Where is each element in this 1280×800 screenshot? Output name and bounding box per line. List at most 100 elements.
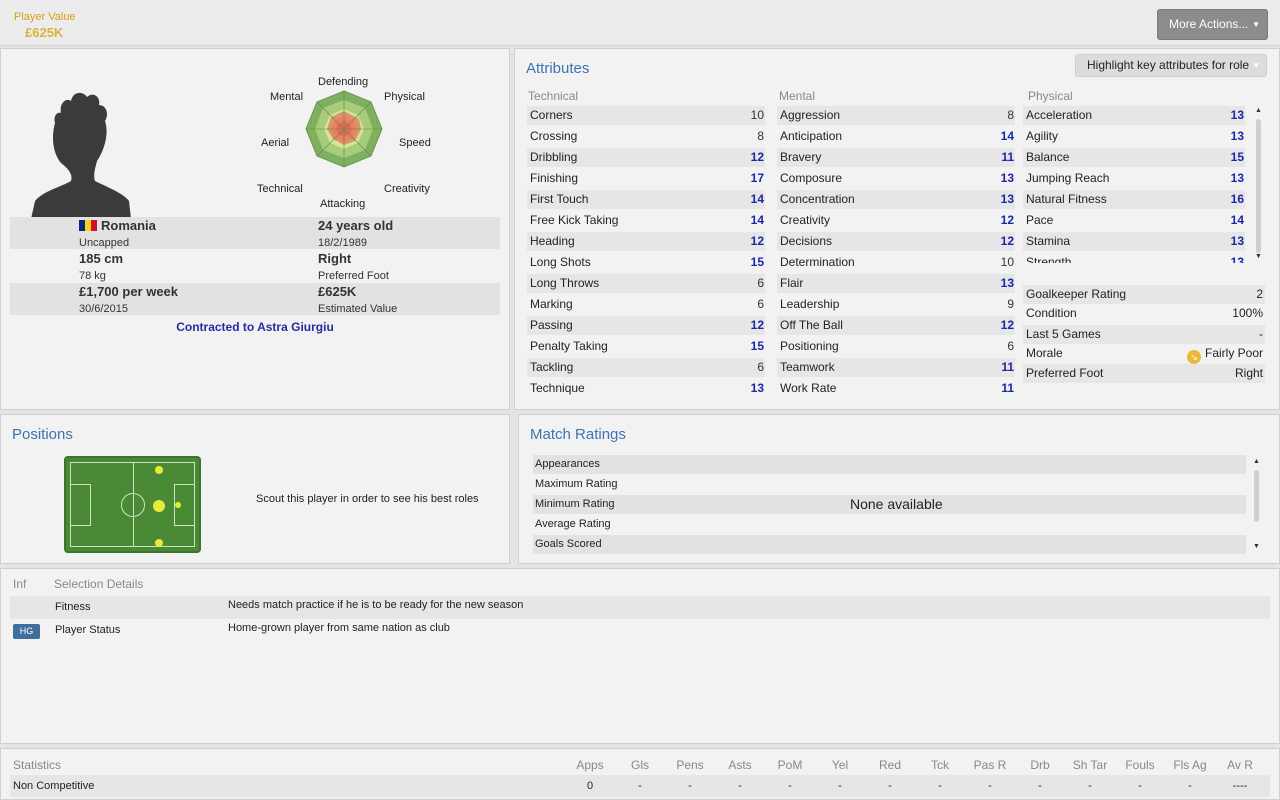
physical-attribute-row[interactable]: Stamina 13 xyxy=(1023,232,1245,251)
technical-attribute-row[interactable]: Crossing 8 xyxy=(527,127,765,146)
player-value: £625K xyxy=(25,25,64,40)
physical-attributes-list[interactable]: Acceleration 13 Agility 13 Balance 15 Jumping … xyxy=(1023,105,1245,263)
left-penalty-box xyxy=(71,483,91,526)
physical-attribute-row[interactable]: Natural Fitness 16 xyxy=(1023,190,1245,209)
scroll-down-icon[interactable]: ▼ xyxy=(1253,543,1260,550)
mental-attribute-row[interactable]: Leadership 9 xyxy=(777,295,1015,314)
player-value-label: Player Value xyxy=(14,11,76,23)
attribute-value: 12 xyxy=(750,318,764,332)
more-actions-label: More Actions... xyxy=(1169,17,1249,31)
physical-scrollbar[interactable]: ▲ ▼ xyxy=(1255,107,1262,263)
physical-attribute-row[interactable]: Acceleration 13 xyxy=(1023,106,1245,125)
match-ratings-scrollbar[interactable]: ▲ ▼ xyxy=(1253,458,1260,552)
technical-attribute-row[interactable]: Dribbling 12 xyxy=(527,148,765,167)
stat-column-header[interactable]: Red xyxy=(870,758,910,772)
attribute-value: 6 xyxy=(757,360,764,374)
mental-attribute-row[interactable]: Determination 10 xyxy=(777,253,1015,272)
stat-column-header[interactable]: Pas R xyxy=(970,758,1010,772)
stat-column-header[interactable]: Fouls xyxy=(1120,758,1160,772)
attribute-name: Long Shots xyxy=(530,255,591,269)
attribute-name: Acceleration xyxy=(1026,108,1093,122)
positions-panel: Positions Scout this player in order to … xyxy=(0,414,510,564)
technical-attribute-row[interactable]: Technique 13 xyxy=(527,379,765,398)
contract-club-link[interactable]: Contracted to Astra Giurgiu xyxy=(1,320,509,334)
attribute-name: Stamina xyxy=(1026,234,1071,248)
attribute-value: 12 xyxy=(750,150,764,164)
technical-attribute-row[interactable]: Finishing 17 xyxy=(527,169,765,188)
chevron-down-icon: ▼ xyxy=(1252,61,1260,70)
attribute-value: 11 xyxy=(1001,381,1014,395)
scroll-up-icon[interactable]: ▲ xyxy=(1255,107,1262,114)
stat-column-header[interactable]: Pens xyxy=(670,758,710,772)
scroll-up-icon[interactable]: ▲ xyxy=(1253,458,1260,465)
stat-row[interactable]: Non Competitive 0- - - - - - - - - - - - ---- xyxy=(10,775,1270,797)
mental-attribute-row[interactable]: Concentration 13 xyxy=(777,190,1015,209)
technical-attribute-row[interactable]: Corners 10 xyxy=(527,106,765,125)
mental-attribute-row[interactable]: Off The Ball 12 xyxy=(777,316,1015,335)
stat-column-header[interactable]: Av R xyxy=(1220,758,1260,772)
highlight-attributes-button[interactable]: Highlight key attributes for role ▼ xyxy=(1075,54,1267,77)
mental-attribute-row[interactable]: Decisions 12 xyxy=(777,232,1015,251)
match-rating-label: Appearances xyxy=(535,458,600,470)
info-value-text: 2 xyxy=(1256,287,1263,301)
technical-attribute-row[interactable]: First Touch 14 xyxy=(527,190,765,209)
technical-attribute-row[interactable]: Long Shots 15 xyxy=(527,253,765,272)
match-ratings-panel: Match Ratings Appearances Maximum Rating M… xyxy=(518,414,1280,564)
stat-column-header[interactable]: Drb xyxy=(1020,758,1060,772)
stat-column-header[interactable]: Yel xyxy=(820,758,860,772)
selection-details-panel: Inf Selection Details Fitness Needs match… xyxy=(0,568,1280,744)
nation-name: Romania xyxy=(101,218,156,233)
attribute-name: Aggression xyxy=(780,108,841,122)
physical-attribute-row[interactable]: Balance 15 xyxy=(1023,148,1245,167)
stat-column-header[interactable]: Tck xyxy=(920,758,960,772)
attribute-name: Concentration xyxy=(780,192,855,206)
technical-attribute-row[interactable]: Free Kick Taking 14 xyxy=(527,211,765,230)
stat-column-header[interactable]: Fls Ag xyxy=(1170,758,1210,772)
nation[interactable]: Romania xyxy=(79,218,156,233)
stat-column-header[interactable]: PoM xyxy=(770,758,810,772)
mental-attribute-row[interactable]: Anticipation 14 xyxy=(777,127,1015,146)
physical-attribute-row[interactable]: Strength 13 xyxy=(1023,253,1245,263)
attribute-value: 11 xyxy=(1001,150,1014,164)
physical-attribute-row[interactable]: Pace 14 xyxy=(1023,211,1245,230)
mental-attribute-row[interactable]: Flair 13 xyxy=(777,274,1015,293)
mental-attribute-row[interactable]: Work Rate 11 xyxy=(777,379,1015,398)
technical-attribute-row[interactable]: Tackling 6 xyxy=(527,358,765,377)
radar-label-creativity: Creativity xyxy=(384,183,430,195)
weight: 78 kg xyxy=(79,270,106,282)
mental-attribute-row[interactable]: Composure 13 xyxy=(777,169,1015,188)
technical-attribute-row[interactable]: Heading 12 xyxy=(527,232,765,251)
scroll-down-icon[interactable]: ▼ xyxy=(1255,253,1262,260)
mental-attribute-row[interactable]: Creativity 12 xyxy=(777,211,1015,230)
scout-note: Scout this player in order to see his be… xyxy=(256,493,479,505)
physical-attribute-row[interactable]: Agility 13 xyxy=(1023,127,1245,146)
scrollbar-thumb[interactable] xyxy=(1256,119,1261,253)
attribute-value: 12 xyxy=(1000,213,1014,227)
more-actions-button[interactable]: More Actions... ▼ xyxy=(1157,9,1268,40)
stat-cell: - xyxy=(738,780,742,792)
technical-attribute-row[interactable]: Passing 12 xyxy=(527,316,765,335)
stat-column-header[interactable]: Apps xyxy=(570,758,610,772)
info-value-text: Right xyxy=(1234,366,1263,380)
stat-column-header[interactable]: Sh Tar xyxy=(1070,758,1110,772)
technical-attribute-row[interactable]: Marking 6 xyxy=(527,295,765,314)
mental-attribute-row[interactable]: Bravery 11 xyxy=(777,148,1015,167)
stat-column-header[interactable]: Gls xyxy=(620,758,660,772)
attribute-name: Positioning xyxy=(780,339,839,353)
info-name: Preferred Foot xyxy=(1026,366,1104,380)
mental-attribute-row[interactable]: Positioning 6 xyxy=(777,337,1015,356)
stat-column-header[interactable]: Asts xyxy=(720,758,760,772)
attribute-name: Off The Ball xyxy=(780,318,843,332)
mental-attribute-row[interactable]: Teamwork 11 xyxy=(777,358,1015,377)
physical-attribute-row[interactable]: Jumping Reach 13 xyxy=(1023,169,1245,188)
technical-attribute-row[interactable]: Penalty Taking 15 xyxy=(527,337,765,356)
attribute-name: Finishing xyxy=(530,171,579,185)
attribute-value: 13 xyxy=(1000,276,1014,290)
mental-attribute-row[interactable]: Aggression 8 xyxy=(777,106,1015,125)
scrollbar-thumb[interactable] xyxy=(1254,470,1259,522)
stat-cell: - xyxy=(1188,780,1192,792)
technical-attribute-row[interactable]: Long Throws 6 xyxy=(527,274,765,293)
attribute-name: Penalty Taking xyxy=(530,339,608,353)
position-dot xyxy=(155,539,163,547)
stat-row-label: Non Competitive xyxy=(13,780,95,792)
